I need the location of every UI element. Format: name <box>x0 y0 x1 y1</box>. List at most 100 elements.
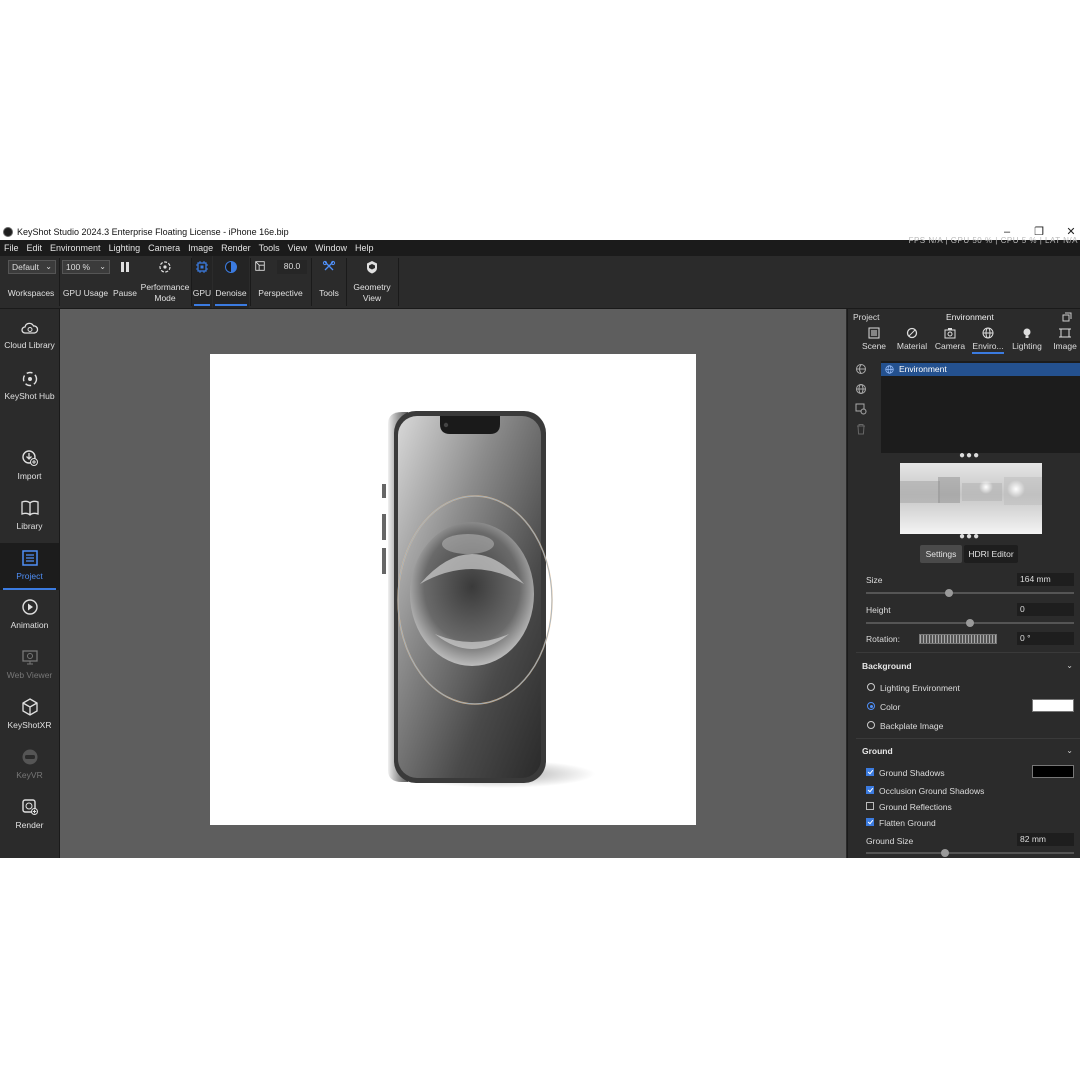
tab-lighting[interactable]: Lighting <box>1009 327 1045 351</box>
environment-list-item[interactable]: Environment <box>881 363 1080 376</box>
tab-material[interactable]: Material <box>894 327 930 351</box>
denoise-label: Denoise <box>215 288 247 298</box>
gpu-usage-label: GPU Usage <box>62 288 109 298</box>
menu-help[interactable]: Help <box>351 243 378 253</box>
sidebar-item-cloud-library[interactable]: Cloud Library <box>0 321 59 351</box>
fov-field[interactable]: 80.0 <box>277 260 307 274</box>
gpu-label: GPU <box>192 288 212 298</box>
library-icon <box>20 500 39 516</box>
active-indicator <box>3 588 56 590</box>
occlusion-ground-shadows-checkbox[interactable] <box>866 786 874 794</box>
menu-render[interactable]: Render <box>217 243 255 253</box>
sidebar-item-render[interactable]: Render <box>0 797 59 830</box>
menu-view[interactable]: View <box>284 243 311 253</box>
radio-lighting-environment[interactable] <box>867 683 875 691</box>
radio-backplate-image[interactable] <box>867 721 875 729</box>
gpu-toggle[interactable]: GPU <box>192 256 212 308</box>
environment-list: Environment <box>881 361 1080 453</box>
slider-knob[interactable] <box>945 589 954 597</box>
menu-file[interactable]: File <box>0 243 23 253</box>
ground-section-header[interactable]: Ground <box>862 746 893 756</box>
height-field[interactable]: 0 <box>1017 603 1074 616</box>
scene-icon <box>868 327 880 339</box>
sidebar-item-web-viewer[interactable]: Web Viewer <box>0 647 59 680</box>
settings-tab-button[interactable]: Settings <box>920 545 962 563</box>
menu-bar: File Edit Environment Lighting Camera Im… <box>0 236 1080 256</box>
height-slider[interactable] <box>866 619 1074 627</box>
ground-size-field[interactable]: 82 mm <box>1017 833 1074 846</box>
tab-environment[interactable]: Enviro... <box>970 327 1006 354</box>
size-slider[interactable] <box>866 589 1074 597</box>
chevron-down-icon[interactable]: ⌄ <box>1066 661 1073 670</box>
flatten-ground-checkbox[interactable] <box>866 818 874 826</box>
toolbar-divider <box>311 258 312 306</box>
background-color-swatch[interactable] <box>1032 699 1074 712</box>
slider-knob[interactable] <box>941 849 950 857</box>
keyvr-icon <box>22 749 37 765</box>
animation-icon <box>21 599 38 615</box>
rotation-dial[interactable] <box>919 634 997 644</box>
sidebar-item-library[interactable]: Library <box>0 498 59 531</box>
sidebar-item-project[interactable]: Project <box>0 543 59 590</box>
sidebar-item-animation[interactable]: Animation <box>0 597 59 630</box>
menu-environment[interactable]: Environment <box>46 243 105 253</box>
tab-camera[interactable]: Camera <box>932 327 968 351</box>
render-canvas[interactable] <box>210 354 696 825</box>
resize-handle-icon[interactable]: ●●● <box>959 531 980 542</box>
menu-image[interactable]: Image <box>184 243 217 253</box>
menu-camera[interactable]: Camera <box>144 243 184 253</box>
denoise-toggle[interactable]: Denoise <box>213 256 249 308</box>
perspective-group: 80.0 Perspective <box>251 256 310 308</box>
section-divider <box>856 652 1080 653</box>
tab-image[interactable]: Image <box>1047 327 1080 351</box>
tab-scene[interactable]: Scene <box>856 327 892 351</box>
undock-icon[interactable] <box>1062 312 1072 322</box>
ground-shadows-checkbox[interactable] <box>866 768 874 776</box>
checkbox-label: Flatten Ground <box>879 818 936 828</box>
pause-button[interactable]: Pause <box>111 256 139 308</box>
active-tab-indicator <box>972 352 1004 354</box>
sidebar-item-keyshot-hub[interactable]: KeyShot Hub <box>0 370 59 402</box>
rotation-field[interactable]: 0 ° <box>1017 632 1074 645</box>
hdri-preview[interactable] <box>900 463 1042 534</box>
menu-lighting[interactable]: Lighting <box>105 243 145 253</box>
geometry-view-button[interactable]: Geometry View <box>347 256 397 308</box>
size-label: Size <box>866 575 883 585</box>
render-viewport[interactable] <box>60 309 846 858</box>
size-field[interactable]: 164 mm <box>1017 573 1074 586</box>
performance-mode-label: Performance Mode <box>140 282 190 303</box>
menu-tools[interactable]: Tools <box>255 243 284 253</box>
shadow-color-swatch[interactable] <box>1032 765 1074 778</box>
duplicate-environment-icon[interactable] <box>855 403 867 415</box>
panel-title: Environment <box>946 312 994 322</box>
trash-icon[interactable] <box>855 423 867 435</box>
light-bulb-icon <box>1023 328 1031 338</box>
sidebar-label: Library <box>16 521 43 531</box>
chevron-down-icon[interactable]: ⌄ <box>1066 746 1073 755</box>
sidebar-item-keyvr[interactable]: KeyVR <box>0 747 59 780</box>
radio-color[interactable] <box>867 702 875 710</box>
slider-knob[interactable] <box>966 619 974 627</box>
perspective-label[interactable]: Perspective <box>251 288 310 298</box>
sidebar-label: Animation <box>10 620 49 630</box>
sidebar-item-import[interactable]: Import <box>0 448 59 481</box>
environment-globe-icon[interactable] <box>855 383 867 395</box>
denoise-active-indicator <box>215 304 247 306</box>
ground-reflections-checkbox[interactable] <box>866 802 874 810</box>
performance-mode-button[interactable]: Performance Mode <box>139 256 191 308</box>
gpu-active-indicator <box>194 304 210 306</box>
resize-handle-icon[interactable]: ●●● <box>959 450 980 461</box>
hdri-editor-tab-button[interactable]: HDRI Editor <box>964 545 1018 563</box>
workspace-select[interactable]: Default ⌄ <box>8 260 56 274</box>
gpu-usage-select[interactable]: 100 % ⌄ <box>62 260 110 274</box>
sidebar-item-keyshotxr[interactable]: KeyShotXR <box>0 697 59 730</box>
ground-size-slider[interactable] <box>866 849 1074 857</box>
background-section-header[interactable]: Background <box>862 661 912 671</box>
checkbox-label: Ground Shadows <box>879 768 945 778</box>
add-environment-icon[interactable] <box>855 363 867 375</box>
menu-edit[interactable]: Edit <box>23 243 47 253</box>
menu-window[interactable]: Window <box>311 243 351 253</box>
globe-icon <box>982 327 994 339</box>
tools-button[interactable]: Tools <box>313 256 345 308</box>
chevron-down-icon: ⌄ <box>45 262 52 271</box>
